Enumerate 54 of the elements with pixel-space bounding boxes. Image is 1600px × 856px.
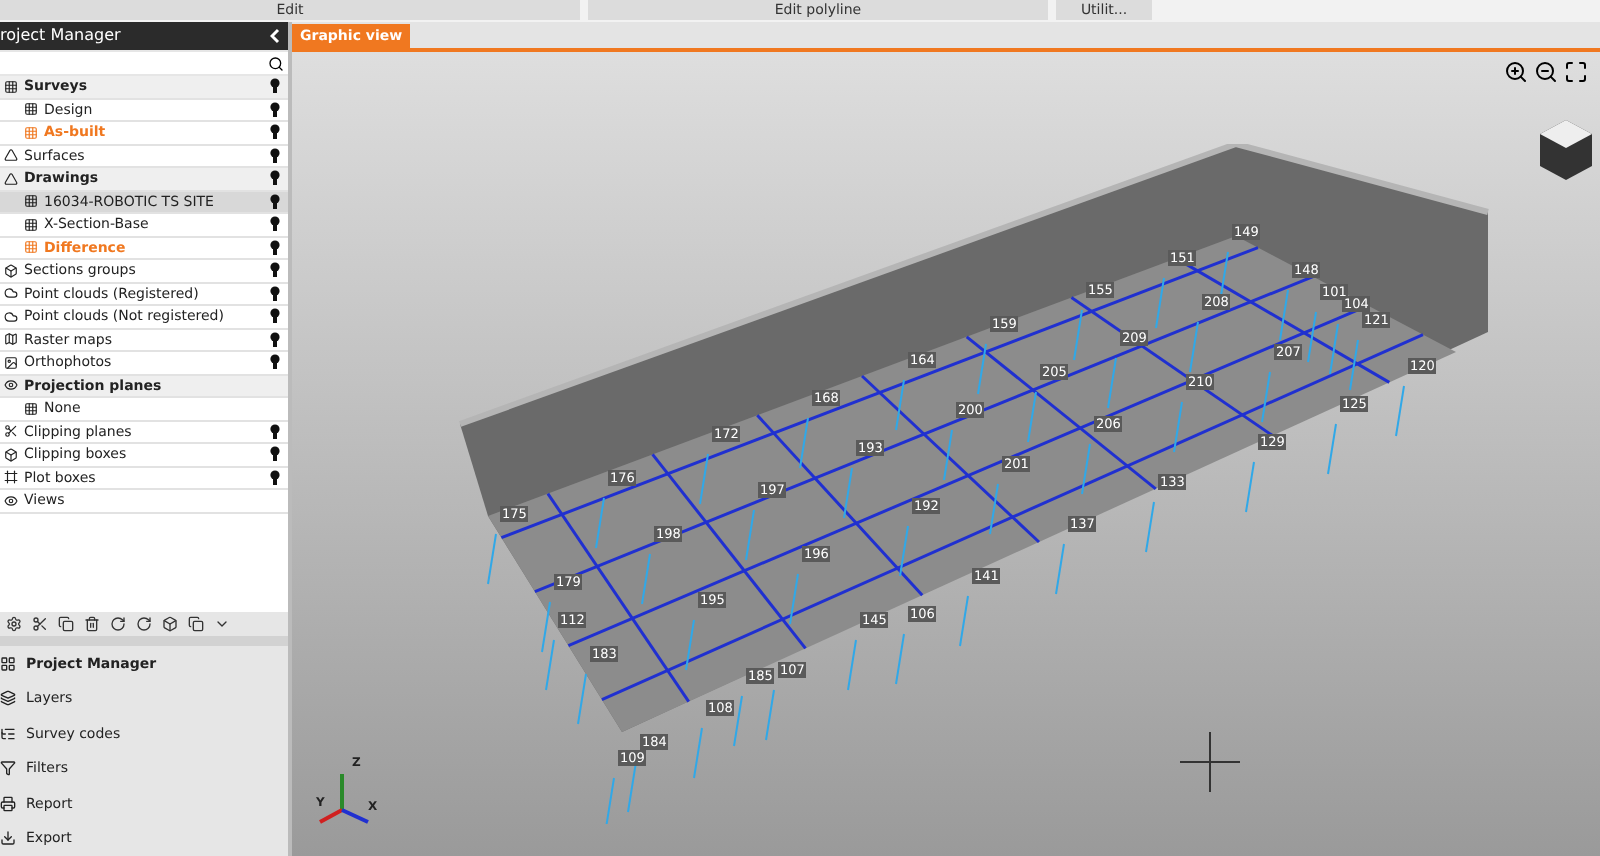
collapse-icon[interactable] <box>270 28 280 44</box>
crosshair-icon <box>1180 732 1240 792</box>
nav-icon <box>0 725 16 742</box>
layer-icon <box>4 493 18 508</box>
light-bulb-icon[interactable] <box>270 193 280 210</box>
toolbar-icon[interactable] <box>6 615 22 632</box>
layer-icon <box>4 424 18 439</box>
layer-icon <box>24 125 38 140</box>
layer-icon <box>24 102 38 117</box>
light-bulb-icon[interactable] <box>270 101 280 118</box>
light-bulb-icon[interactable] <box>270 239 280 256</box>
light-bulb-icon[interactable] <box>270 170 280 187</box>
light-bulb-icon[interactable] <box>270 469 280 486</box>
layer-icon <box>4 447 18 462</box>
nav-icon <box>0 690 16 707</box>
layer-icon <box>4 470 18 485</box>
layer-icon <box>24 194 38 209</box>
toolbar-icon[interactable] <box>58 615 74 632</box>
layer-icon <box>24 240 38 255</box>
toolbar-icon[interactable] <box>32 615 48 632</box>
layer-icon <box>4 332 18 347</box>
layer-icon <box>4 378 18 393</box>
nav-icon <box>0 760 16 777</box>
light-bulb-icon[interactable] <box>270 354 280 371</box>
zoom-in-icon[interactable] <box>1504 60 1528 84</box>
fit-view-icon[interactable] <box>1564 60 1588 84</box>
light-bulb-icon[interactable] <box>270 285 280 302</box>
search-icon[interactable] <box>268 55 284 72</box>
view-cube-icon[interactable] <box>1536 116 1596 184</box>
toolbar-icon[interactable] <box>136 615 152 632</box>
nav-icon <box>0 830 16 847</box>
light-bulb-icon[interactable] <box>270 308 280 325</box>
nav-icon <box>0 795 16 812</box>
light-bulb-icon[interactable] <box>270 423 280 440</box>
light-bulb-icon[interactable] <box>270 147 280 164</box>
layer-icon <box>4 355 18 370</box>
toolbar-icon[interactable] <box>188 615 204 632</box>
layer-icon <box>4 263 18 278</box>
light-bulb-icon[interactable] <box>270 262 280 279</box>
light-bulb-icon[interactable] <box>270 446 280 463</box>
toolbar-icon[interactable] <box>84 615 100 632</box>
layer-icon <box>24 217 38 232</box>
layer-icon <box>4 79 18 94</box>
toolbar-icon[interactable] <box>110 615 126 632</box>
light-bulb-icon[interactable] <box>270 331 280 348</box>
panel-title: roject Manager <box>0 24 121 48</box>
light-bulb-icon[interactable] <box>270 216 280 233</box>
zoom-out-icon[interactable] <box>1534 60 1558 84</box>
toolbar-icon[interactable] <box>162 615 178 632</box>
light-bulb-icon[interactable] <box>270 124 280 141</box>
search-field[interactable] <box>0 52 288 75</box>
nav-icon <box>0 655 16 672</box>
layer-icon <box>24 401 38 416</box>
light-bulb-icon[interactable] <box>270 78 280 95</box>
